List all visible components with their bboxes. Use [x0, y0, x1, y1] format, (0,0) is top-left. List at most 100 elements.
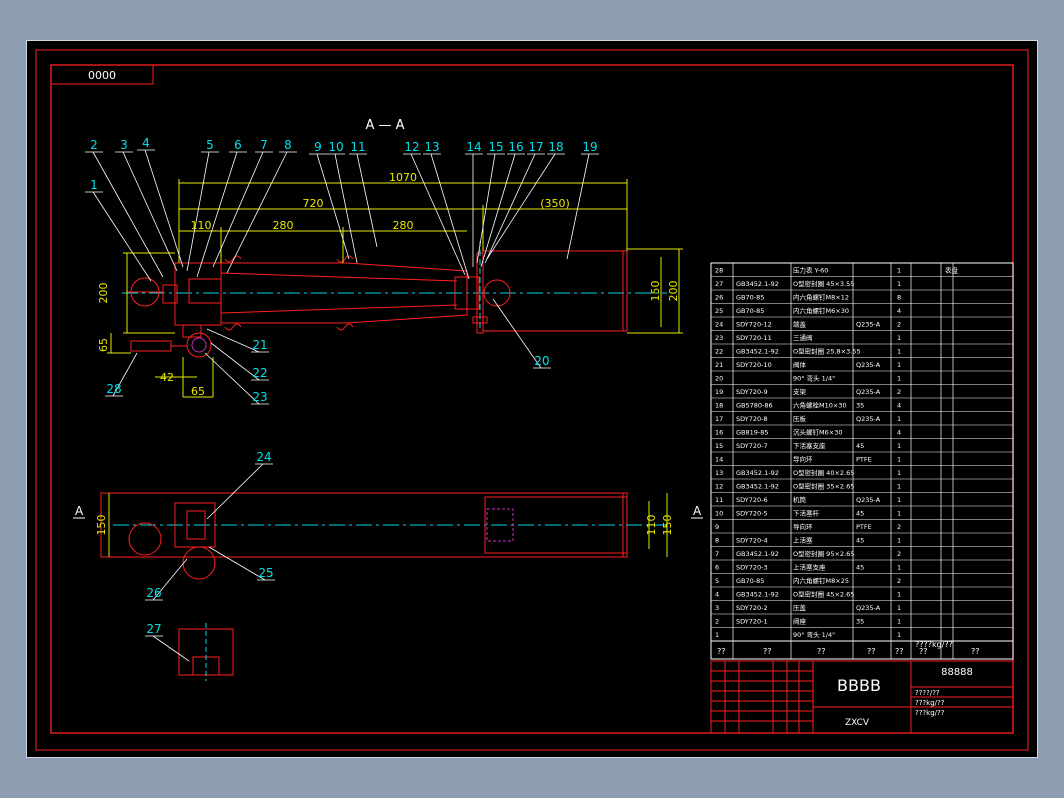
bom-no: 2 — [715, 618, 719, 626]
bom-code: GB3452.1-92 — [736, 550, 779, 558]
bom-no: 7 — [715, 550, 719, 558]
outer-frame — [35, 49, 1029, 751]
bom-code: GB3452.1-92 — [736, 469, 779, 477]
bom-note: 表盘 — [945, 266, 959, 275]
bom-no: 3 — [715, 604, 719, 612]
bom-name: 导向环 — [793, 522, 813, 531]
bom-qty: 1 — [897, 591, 901, 599]
leader-8 — [226, 151, 288, 274]
bom-qty: 1 — [897, 361, 901, 369]
bom-name: 沉头螺钉M6×30 — [793, 428, 842, 437]
bom-name: 下活塞杆 — [793, 509, 820, 518]
bom-no: 21 — [715, 361, 723, 369]
bom-material: 45 — [856, 442, 864, 450]
dim-280a: 280 — [273, 219, 294, 232]
leader-19 — [566, 153, 590, 260]
bom-name: 阀座 — [793, 617, 807, 626]
bom-name: 端盖 — [793, 320, 807, 329]
bom-material: Q235-A — [856, 321, 881, 329]
balloon-3: 3 — [120, 138, 128, 152]
bom-code: GB3452.1-92 — [736, 591, 779, 599]
bom-no: 13 — [715, 469, 723, 477]
bom-qty: 1 — [897, 631, 901, 639]
section-mark-right: A — [693, 504, 702, 518]
bom-code: SDY720-5 — [736, 510, 768, 518]
dim-150: 150 — [649, 281, 662, 302]
bom-code: SDY720-7 — [736, 442, 768, 450]
bom-header-cell: ?? — [895, 647, 904, 656]
bom-no: 14 — [715, 456, 723, 464]
bom-no: 11 — [715, 496, 723, 504]
balloon-15: 15 — [488, 140, 503, 154]
bom-code: GB3452.1-92 — [736, 348, 779, 356]
section-title: A — A — [365, 118, 404, 133]
bom-qty: 1 — [897, 510, 901, 518]
bom-qty: 4 — [897, 429, 901, 437]
bom-name: 三通阀 — [793, 333, 813, 342]
leader-16 — [480, 153, 516, 268]
bom-no: 26 — [715, 294, 723, 302]
balloon-8: 8 — [284, 138, 292, 152]
bom-material: Q235-A — [856, 361, 881, 369]
bom-name: O型密封圈 45×3.55 — [793, 279, 854, 288]
drawing-canvas[interactable]: 0000 A — A 1070 720 (350) 110 280 280 20… — [27, 41, 1039, 759]
bom-no: 1 — [715, 631, 719, 639]
balloon-19: 19 — [582, 140, 597, 154]
balloon-13: 13 — [424, 140, 439, 154]
balloon-24: 24 — [256, 450, 271, 464]
bom-no: 19 — [715, 388, 723, 396]
bom-no: 15 — [715, 442, 723, 450]
bom-qty: 1 — [897, 604, 901, 612]
bom-code: GB70-85 — [736, 577, 764, 585]
bom-code: SDY720-6 — [736, 496, 768, 504]
bom-qty: 1 — [897, 537, 901, 545]
bom-qty: 4 — [897, 307, 901, 315]
bom-no: 5 — [715, 577, 719, 585]
bom-header-cell: ?? — [867, 647, 876, 656]
pressure-gauge-stem — [130, 340, 172, 352]
dim-200-right: 200 — [667, 281, 680, 302]
bom-name: 90° 弯头 1/4" — [793, 630, 835, 639]
bom-qty: 1 — [897, 280, 901, 288]
balloon-27: 27 — [146, 622, 161, 636]
balloon-17: 17 — [528, 140, 543, 154]
bom-name: 上活塞支座 — [793, 563, 826, 572]
bom-qty: 1 — [897, 483, 901, 491]
cad-viewport[interactable]: 0000 A — A 1070 720 (350) 110 280 280 20… — [26, 40, 1038, 758]
balloon-6: 6 — [234, 138, 242, 152]
leader-25 — [208, 546, 266, 581]
bom-name: O型密封圈 35×2.65 — [793, 482, 854, 491]
balloon-18: 18 — [548, 140, 563, 154]
leader-27 — [152, 635, 190, 662]
bom-material: 35 — [856, 618, 864, 626]
bom-material: Q235-A — [856, 604, 881, 612]
bom-no: 28 — [715, 267, 723, 275]
plan-view — [100, 492, 667, 580]
bom-material: 45 — [856, 564, 864, 572]
bom-code: SDY720-3 — [736, 564, 768, 572]
bom-code: SDY720-8 — [736, 415, 768, 423]
company-name: ZXCV — [845, 718, 870, 728]
bom-code: SDY720-4 — [736, 537, 768, 545]
bom-material: 45 — [856, 537, 864, 545]
bom-qty: 1 — [897, 267, 901, 275]
balloon-7: 7 — [260, 138, 268, 152]
bom-no: 25 — [715, 307, 723, 315]
bom-qty: 1 — [897, 348, 901, 356]
bom-name: 压板 — [793, 414, 807, 423]
bom-name: 机筒 — [793, 495, 807, 504]
bom-name: 上活塞 — [793, 536, 813, 545]
title-block: BBBB 88888 ZXCV ????/?? ???kg/?? ???kg/?… — [710, 640, 1014, 734]
bom-qty: 1 — [897, 469, 901, 477]
bom-material: 45 — [856, 510, 864, 518]
leader-13 — [430, 153, 470, 280]
seat-insert — [188, 278, 222, 304]
bom-header-cell: ?? — [971, 647, 980, 656]
dim-65b: 65 — [191, 385, 205, 398]
code-box-text: 0000 — [88, 69, 116, 82]
bom-name: 阀体 — [793, 360, 807, 369]
bom-no: 12 — [715, 483, 723, 491]
bom-name: 压力表 Y-60 — [793, 266, 828, 275]
dimension-lines — [107, 179, 683, 398]
bom-code: GB70-85 — [736, 294, 764, 302]
